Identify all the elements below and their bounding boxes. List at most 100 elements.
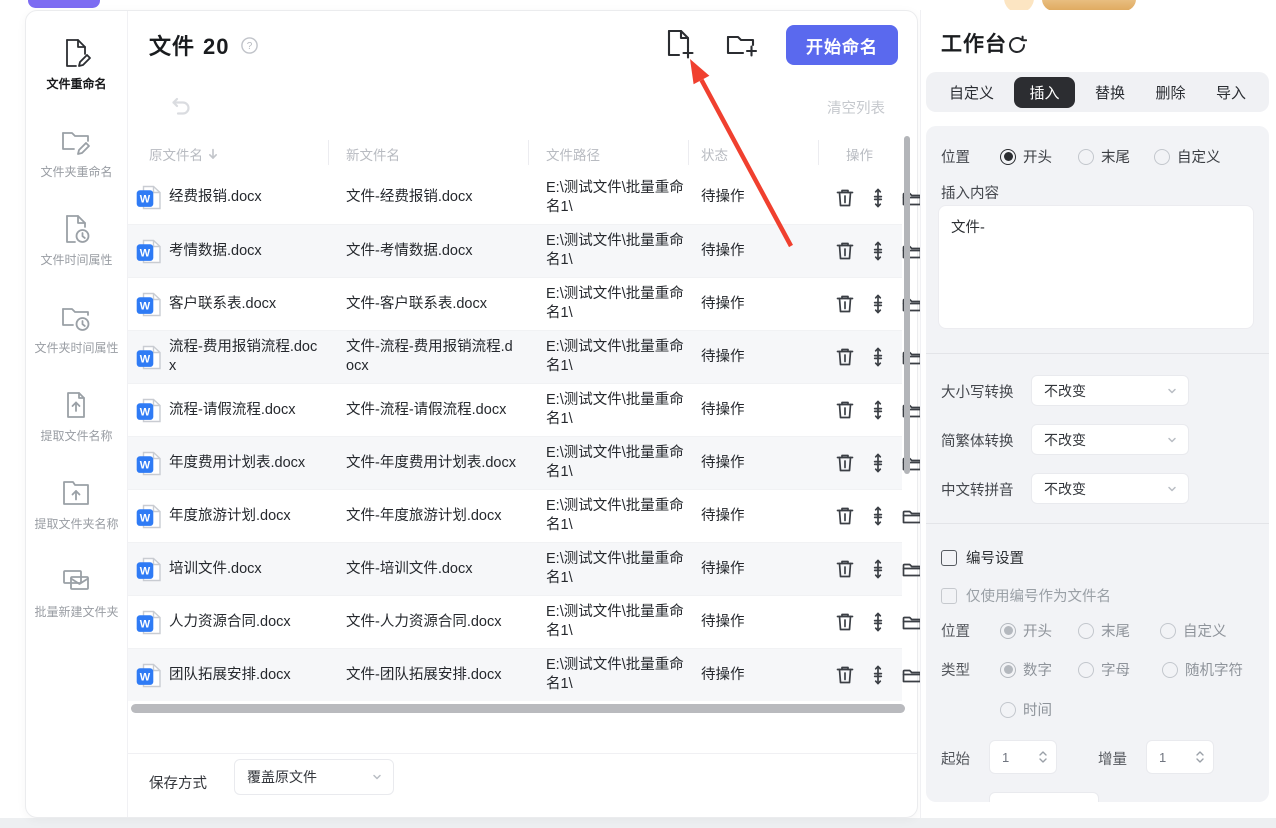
- sidebar-item-7[interactable]: 批量新建文件夹: [34, 565, 119, 620]
- delete-icon[interactable]: [833, 504, 857, 528]
- svg-text:W: W: [140, 512, 151, 524]
- add-file-icon[interactable]: [662, 27, 694, 61]
- start-rename-button[interactable]: 开始命名: [786, 25, 898, 65]
- sort-down-icon: [209, 148, 217, 159]
- move-icon[interactable]: [866, 504, 890, 528]
- radio-label: 数字: [1023, 663, 1052, 679]
- original-filename: 流程-请假流程.docx: [169, 401, 296, 418]
- sidebar-item-6[interactable]: 提取文件夹名称: [34, 477, 119, 532]
- workbench-tabs: 自定义 插入 替换 删除 导入: [926, 72, 1269, 112]
- move-icon[interactable]: [866, 239, 890, 263]
- radio-numbering-position-2[interactable]: 末尾: [1078, 620, 1160, 641]
- radio-label: 字母: [1101, 663, 1130, 679]
- sidebar-item-1[interactable]: 文件重命名: [46, 37, 107, 92]
- delete-icon[interactable]: [833, 663, 857, 687]
- delete-icon[interactable]: [833, 451, 857, 475]
- radio-button[interactable]: [1078, 661, 1094, 678]
- horizontal-scrollbar[interactable]: [131, 704, 905, 713]
- radio-button[interactable]: [1162, 661, 1178, 678]
- undo-icon[interactable]: [166, 93, 192, 119]
- sidebar-item-label: 文件夹时间属性: [34, 341, 119, 355]
- tradsimp-convert-select[interactable]: 不改变: [1031, 424, 1189, 455]
- radio-button[interactable]: [1000, 701, 1016, 718]
- sidebar-item-2[interactable]: 文件夹重命名: [40, 125, 113, 180]
- case-convert-select[interactable]: 不改变: [1031, 375, 1189, 406]
- radio-insert-position-1[interactable]: 开头: [1000, 146, 1078, 167]
- move-icon[interactable]: [866, 186, 890, 210]
- radio-insert-position-3[interactable]: 自定义: [1154, 146, 1221, 167]
- table-row: W 经费报销.docx 文件-经费报销.docx E:\测试文件\批量重命名1\ 待操作: [128, 171, 922, 224]
- col-original-name[interactable]: 原文件名: [149, 144, 220, 164]
- save-mode-label: 保存方式: [149, 776, 207, 792]
- numbering-type-label: 类型: [941, 663, 970, 679]
- stepper-arrows-icon: [1039, 751, 1047, 763]
- sidebar-item-5[interactable]: 提取文件名称: [40, 389, 113, 444]
- numbering-enable-label: 编号设置: [966, 551, 1024, 567]
- move-icon[interactable]: [866, 557, 890, 581]
- position-label: 位置: [941, 150, 970, 166]
- insert-content-textarea[interactable]: 文件-: [938, 205, 1254, 329]
- radio-numbering-position-1[interactable]: 开头: [1000, 620, 1078, 641]
- move-icon[interactable]: [866, 345, 890, 369]
- vertical-scrollbar[interactable]: [904, 136, 910, 474]
- delete-icon[interactable]: [833, 345, 857, 369]
- numbering-enable-checkbox[interactable]: [941, 549, 957, 566]
- only-number-row[interactable]: 仅使用编号作为文件名: [941, 585, 1111, 606]
- radio-button[interactable]: [1000, 622, 1016, 639]
- clear-list-button[interactable]: 清空列表: [827, 97, 885, 118]
- move-icon[interactable]: [866, 663, 890, 687]
- help-icon[interactable]: ?: [241, 37, 258, 54]
- radio-button[interactable]: [1154, 148, 1170, 165]
- delete-icon[interactable]: [833, 186, 857, 210]
- move-icon[interactable]: [866, 451, 890, 475]
- radio-button[interactable]: [1000, 148, 1016, 165]
- svg-text:W: W: [140, 353, 151, 365]
- svg-text:W: W: [140, 671, 151, 683]
- delete-icon[interactable]: [833, 610, 857, 634]
- sidebar-item-4[interactable]: 文件夹时间属性: [34, 301, 119, 356]
- start-number-stepper[interactable]: 1: [989, 740, 1057, 774]
- original-filename: 经费报销.docx: [169, 189, 262, 205]
- sidebar-item-3[interactable]: 文件时间属性: [40, 213, 113, 268]
- increment-stepper[interactable]: 1: [1146, 740, 1214, 774]
- radio-numbering-type-1[interactable]: 数字: [1000, 659, 1078, 680]
- radio-numbering-position-3[interactable]: 自定义: [1160, 620, 1227, 641]
- refresh-icon[interactable]: [1007, 35, 1027, 55]
- radio-button[interactable]: [1078, 622, 1094, 639]
- pinyin-convert-select[interactable]: 不改变: [1031, 473, 1189, 504]
- radio-button[interactable]: [1078, 148, 1094, 165]
- numbering-enable-row[interactable]: 编号设置: [941, 547, 1024, 568]
- file-path: E:\测试文件\批量重命名1\: [546, 286, 684, 321]
- delete-icon[interactable]: [833, 239, 857, 263]
- delete-icon[interactable]: [833, 292, 857, 316]
- delete-icon[interactable]: [833, 398, 857, 422]
- radio-button[interactable]: [1160, 622, 1176, 639]
- tab-4[interactable]: 删除: [1145, 77, 1195, 108]
- move-icon[interactable]: [866, 292, 890, 316]
- workbench-title: 工作台: [941, 33, 1007, 56]
- add-folder-icon[interactable]: [725, 30, 759, 60]
- tab-5[interactable]: 导入: [1206, 77, 1256, 108]
- only-number-checkbox[interactable]: [941, 587, 957, 604]
- table-row: W 培训文件.docx 文件-培训文件.docx E:\测试文件\批量重命名1\ 待操作: [128, 542, 922, 595]
- radio-label: 开头: [1023, 624, 1052, 640]
- move-icon[interactable]: [866, 610, 890, 634]
- original-filename: 流程-费用报销流程.docx: [169, 339, 318, 374]
- radio-numbering-time-1[interactable]: 时间: [1000, 699, 1052, 720]
- svg-text:?: ?: [247, 41, 253, 52]
- sidebar-item-label: 文件夹重命名: [40, 165, 113, 179]
- tab-1[interactable]: 自定义: [939, 77, 1004, 108]
- save-mode-select[interactable]: 覆盖原文件: [234, 759, 394, 795]
- radio-numbering-type-3[interactable]: 随机字符: [1162, 659, 1243, 680]
- radio-button[interactable]: [1000, 661, 1016, 678]
- delete-icon[interactable]: [833, 557, 857, 581]
- radio-label: 时间: [1023, 703, 1052, 719]
- radio-numbering-type-2[interactable]: 字母: [1078, 659, 1162, 680]
- new-filename: 文件-团队拓展安排.docx: [346, 666, 502, 683]
- tab-2[interactable]: 插入: [1014, 76, 1075, 108]
- radio-insert-position-2[interactable]: 末尾: [1078, 146, 1154, 167]
- new-filename: 文件-年度费用计划表.docx: [346, 454, 516, 471]
- tab-3[interactable]: 替换: [1085, 77, 1135, 108]
- folder-edit-icon: [60, 125, 92, 157]
- move-icon[interactable]: [866, 398, 890, 422]
